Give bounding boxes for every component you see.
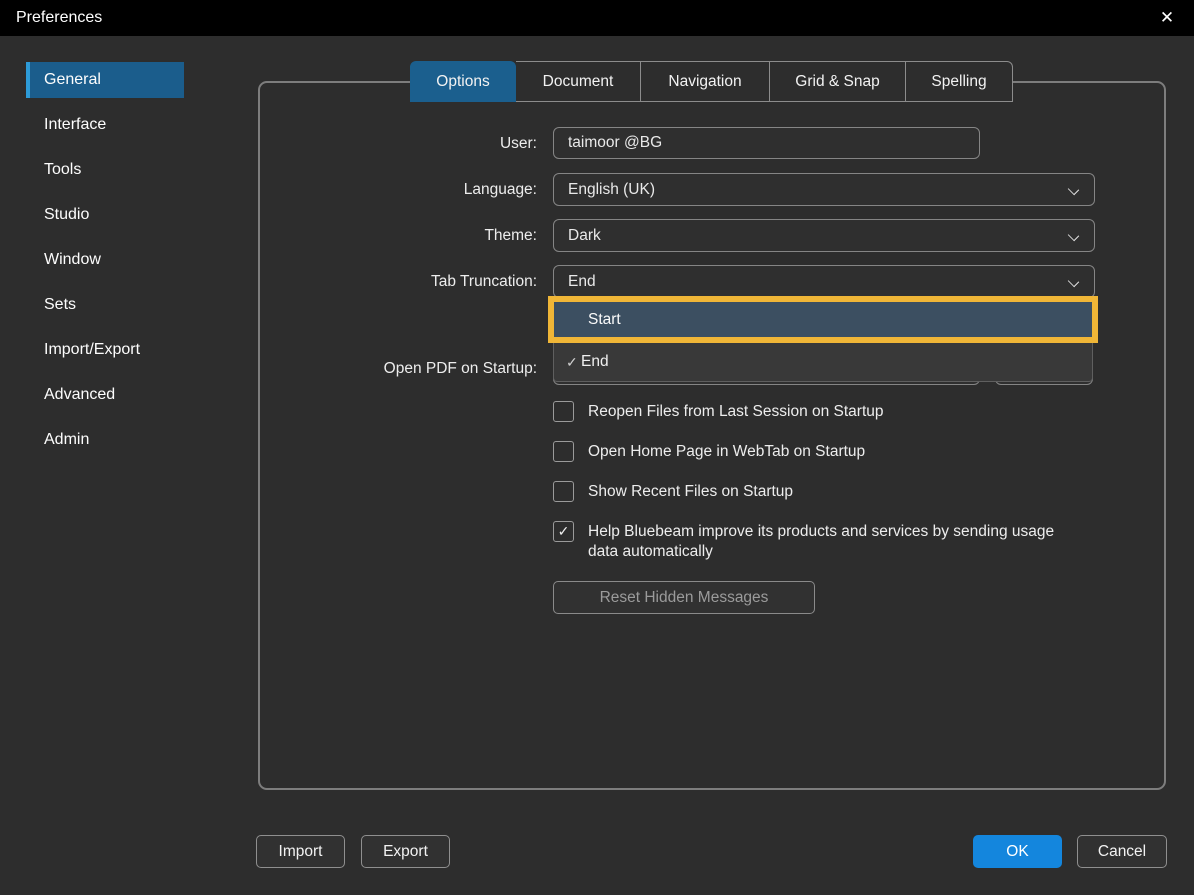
theme-value: Dark: [568, 227, 601, 244]
sidebar-item-import-export[interactable]: Import/Export: [44, 332, 244, 368]
usage-data-checkbox[interactable]: ✓: [553, 521, 574, 542]
open-home-page-checkbox[interactable]: [553, 441, 574, 462]
checkbox-label: Show Recent Files on Startup: [574, 481, 793, 502]
checkbox-row: Reopen Files from Last Session on Startu…: [553, 401, 884, 422]
highlight-annotation: Start: [548, 296, 1098, 343]
import-button[interactable]: Import: [256, 835, 345, 868]
sidebar-item-admin[interactable]: Admin: [44, 422, 244, 458]
menu-option-end[interactable]: ✓ End: [554, 344, 1092, 380]
tab-document[interactable]: Document: [516, 61, 641, 102]
checkbox-row: Show Recent Files on Startup: [553, 481, 793, 502]
tab-truncation-dropdown[interactable]: End: [553, 265, 1095, 298]
checkbox-label: Open Home Page in WebTab on Startup: [574, 441, 865, 462]
tab-options[interactable]: Options: [410, 61, 516, 102]
chevron-down-icon: [1068, 276, 1079, 287]
checkbox-row: ✓ Help Bluebeam improve its products and…: [553, 521, 1066, 562]
tab-grid-snap[interactable]: Grid & Snap: [770, 61, 906, 102]
checkbox-label: Help Bluebeam improve its products and s…: [574, 521, 1066, 562]
theme-dropdown[interactable]: Dark: [553, 219, 1095, 252]
ok-button[interactable]: OK: [973, 835, 1062, 868]
titlebar: Preferences ✕: [0, 0, 1194, 36]
chevron-down-icon: [1068, 230, 1079, 241]
close-icon[interactable]: ✕: [1152, 0, 1182, 36]
sidebar-item-interface[interactable]: Interface: [44, 107, 244, 143]
sidebar-item-sets[interactable]: Sets: [44, 287, 244, 323]
menu-option-end-label: End: [581, 353, 609, 371]
tab-spelling[interactable]: Spelling: [906, 61, 1013, 102]
cancel-button[interactable]: Cancel: [1077, 835, 1167, 868]
window-title: Preferences: [16, 0, 102, 36]
sidebar-item-tools[interactable]: Tools: [44, 152, 244, 188]
language-dropdown[interactable]: English (UK): [553, 173, 1095, 206]
tab-truncation-value: End: [568, 273, 596, 290]
reset-hidden-messages-button[interactable]: Reset Hidden Messages: [553, 581, 815, 614]
chevron-down-icon: [1068, 184, 1079, 195]
export-button[interactable]: Export: [361, 835, 450, 868]
reopen-files-checkbox[interactable]: [553, 401, 574, 422]
sidebar-item-general[interactable]: General: [26, 62, 184, 98]
menu-option-start[interactable]: Start: [554, 302, 1092, 337]
language-value: English (UK): [568, 181, 655, 198]
sidebar-item-window[interactable]: Window: [44, 242, 244, 278]
checkbox-label: Reopen Files from Last Session on Startu…: [574, 401, 884, 422]
tab-bar: Options Document Navigation Grid & Snap …: [410, 61, 1013, 102]
sidebar-item-studio[interactable]: Studio: [44, 197, 244, 233]
checkbox-row: Open Home Page in WebTab on Startup: [553, 441, 865, 462]
check-icon: ✓: [554, 354, 581, 371]
tab-navigation[interactable]: Navigation: [641, 61, 770, 102]
user-input[interactable]: taimoor @BG: [553, 127, 980, 159]
show-recent-files-checkbox[interactable]: [553, 481, 574, 502]
sidebar-item-advanced[interactable]: Advanced: [44, 377, 244, 413]
